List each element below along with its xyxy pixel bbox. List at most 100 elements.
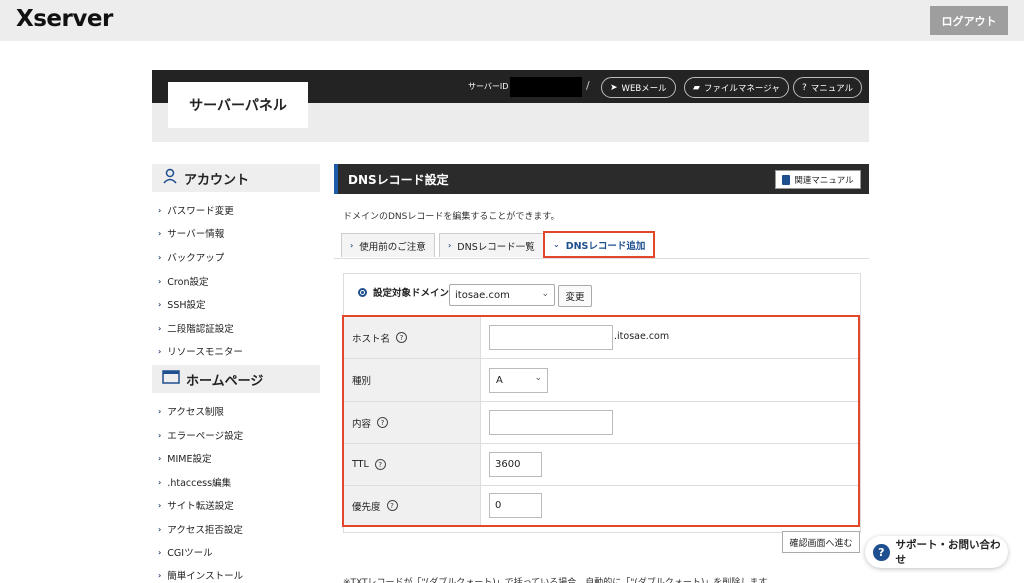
sidebar-item-label: .htaccess編集 xyxy=(167,478,232,489)
priority-input[interactable]: 0 xyxy=(489,493,542,518)
paper-plane-icon: ➤ xyxy=(610,82,618,93)
sidebar-section-title: アカウント xyxy=(184,172,250,188)
sidebar-item-label: アクセス拒否設定 xyxy=(167,525,243,536)
host-label: ホスト名 xyxy=(352,333,391,345)
sidebar-section-title: ホームページ xyxy=(186,373,264,389)
host-suffix: .itosae.com xyxy=(614,331,670,342)
chevron-right-icon: › xyxy=(158,453,162,463)
sidebar-item[interactable]: › MIME設定 xyxy=(158,451,212,466)
host-label-cell: ホスト名 ? xyxy=(344,317,481,358)
xserver-logo[interactable]: Xserver xyxy=(16,6,113,32)
domain-selector-row: 設定対象ドメイン xyxy=(358,285,449,299)
logout-button[interactable]: ログアウト xyxy=(930,6,1008,35)
content-label-cell: 内容 ? xyxy=(344,402,481,443)
top-bar: Xserver ログアウト xyxy=(0,0,1024,41)
tab-label: 使用前のご注意 xyxy=(359,241,426,253)
sidebar-item[interactable]: › エラーページ設定 xyxy=(158,428,243,443)
chevron-down-icon: ⌄ xyxy=(534,373,542,383)
sidebar-item[interactable]: › Cron設定 xyxy=(158,274,209,289)
filemanager-label: ファイルマネージャ xyxy=(703,83,780,94)
domain-select[interactable]: itosae.com ⌄ xyxy=(449,284,555,306)
form-row-content: 内容 ? xyxy=(344,402,858,444)
type-select[interactable]: A ⌄ xyxy=(489,368,548,393)
sidebar-item-label: 二段階認証設定 xyxy=(167,324,234,335)
related-manual-button[interactable]: 関連マニュアル xyxy=(775,170,861,189)
ttl-label-cell: TTL ? xyxy=(344,444,481,485)
sidebar-item[interactable]: › 簡単インストール xyxy=(158,568,243,583)
support-contact-button[interactable]: ? サポート・お問い合わせ xyxy=(865,536,1008,568)
sidebar-item-label: CGIツール xyxy=(167,548,213,559)
sidebar-item[interactable]: › CGIツール xyxy=(158,545,213,560)
sidebar-item-label: SSH設定 xyxy=(167,300,206,311)
sidebar-item-label: Cron設定 xyxy=(167,277,209,288)
chevron-right-icon: › xyxy=(158,299,162,309)
sidebar-item-label: パスワード変更 xyxy=(167,206,234,217)
webmail-button[interactable]: ➤ WEBメール xyxy=(601,77,676,98)
form-row-type: 種別 A ⌄ xyxy=(344,359,858,402)
question-icon: ? xyxy=(873,543,890,561)
panel-header: サーバーID / ➤ WEBメール ▰ ファイルマネージャ ? マニュアル サー… xyxy=(152,70,869,142)
dns-record-form: ホスト名 ? .itosae.com 種別 A ⌄ 内容 ? TTL ? 360… xyxy=(342,315,860,527)
chevron-right-icon: › xyxy=(350,241,354,250)
chevron-right-icon: › xyxy=(158,323,162,333)
sidebar-item[interactable]: › SSH設定 xyxy=(158,297,206,312)
sidebar-item-label: サーバー情報 xyxy=(167,229,225,240)
user-icon xyxy=(162,168,178,188)
sidebar-item[interactable]: › 二段階認証設定 xyxy=(158,321,234,336)
domain-select-value: itosae.com xyxy=(455,289,510,301)
sidebar-item[interactable]: › アクセス制限 xyxy=(158,404,224,419)
sidebar-item[interactable]: › パスワード変更 xyxy=(158,203,234,218)
webmail-label: WEBメール xyxy=(621,83,667,94)
chevron-right-icon: › xyxy=(448,241,452,250)
chevron-down-icon: ⌄ xyxy=(541,289,549,299)
tab-divider xyxy=(334,258,869,259)
form-row-host: ホスト名 ? .itosae.com xyxy=(344,317,858,359)
change-domain-button[interactable]: 変更 xyxy=(558,285,592,307)
sidebar-item[interactable]: › アクセス拒否設定 xyxy=(158,522,243,537)
sidebar-section-account: アカウント xyxy=(152,164,320,192)
chevron-right-icon: › xyxy=(158,547,162,557)
priority-label: 優先度 xyxy=(352,501,381,513)
radio-button[interactable] xyxy=(358,287,367,297)
tab-precautions[interactable]: › 使用前のご注意 xyxy=(341,233,435,257)
sidebar-item[interactable]: › リソースモニター xyxy=(158,344,243,359)
tab-label: DNSレコード一覧 xyxy=(457,241,535,253)
host-input[interactable] xyxy=(489,325,613,350)
sidebar-item[interactable]: › サイト転送設定 xyxy=(158,498,234,513)
chevron-right-icon: › xyxy=(158,346,162,356)
window-icon xyxy=(162,370,180,388)
txt-record-note: ※TXTレコードが「"(ダブルクォート)」で括っている場合、自動的に「"(ダブル… xyxy=(343,578,776,583)
chevron-right-icon: › xyxy=(158,205,162,215)
help-icon[interactable]: ? xyxy=(374,459,386,470)
help-icon[interactable]: ? xyxy=(396,332,408,343)
sidebar-item[interactable]: › サーバー情報 xyxy=(158,226,225,241)
server-id-redacted xyxy=(510,77,582,97)
chevron-down-icon: ⌄ xyxy=(553,240,560,249)
content-input[interactable] xyxy=(489,410,613,435)
help-icon[interactable]: ? xyxy=(386,500,398,511)
sidebar-item-label: バックアップ xyxy=(167,253,225,264)
chevron-right-icon: › xyxy=(158,406,162,416)
chevron-right-icon: › xyxy=(158,524,162,534)
help-icon[interactable]: ? xyxy=(377,417,389,428)
question-circle-icon: ? xyxy=(802,82,807,93)
server-id-label: サーバーID xyxy=(468,82,509,91)
ttl-input[interactable]: 3600 xyxy=(489,452,542,477)
chevron-right-icon: › xyxy=(158,252,162,262)
type-select-value: A xyxy=(496,375,503,386)
sidebar-item-label: リソースモニター xyxy=(167,347,243,358)
confirm-button[interactable]: 確認画面へ進む xyxy=(782,531,860,553)
tab-dns-record-list[interactable]: › DNSレコード一覧 xyxy=(439,233,544,257)
sidebar-item[interactable]: › .htaccess編集 xyxy=(158,475,232,490)
priority-label-cell: 優先度 ? xyxy=(344,486,481,525)
type-label: 種別 xyxy=(352,376,372,387)
form-row-priority: 優先度 ? 0 xyxy=(344,486,858,525)
chevron-right-icon: › xyxy=(158,570,162,580)
filemanager-button[interactable]: ▰ ファイルマネージャ xyxy=(684,77,789,98)
sidebar-item-label: MIME設定 xyxy=(167,454,212,465)
panel-title: サーバーパネル xyxy=(168,82,308,128)
sidebar-item-label: サイト転送設定 xyxy=(167,501,234,512)
sidebar-item[interactable]: › バックアップ xyxy=(158,250,225,265)
tab-dns-record-add[interactable]: ⌄ DNSレコード追加 xyxy=(543,231,656,258)
manual-link-button[interactable]: ? マニュアル xyxy=(793,77,863,98)
